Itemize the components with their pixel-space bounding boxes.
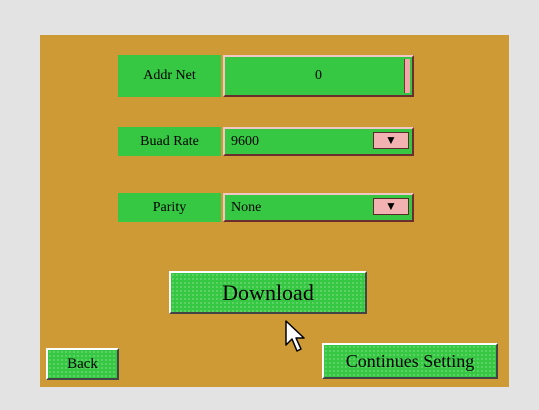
parity-value: None — [231, 199, 262, 215]
continue-setting-button[interactable]: Continues Setting — [322, 343, 498, 379]
parity-select[interactable]: None ▼ — [223, 193, 414, 222]
addr-net-input[interactable]: 0 — [223, 55, 414, 97]
addr-net-scrollbar[interactable] — [404, 59, 410, 93]
addr-net-label: Addr Net — [118, 55, 221, 97]
chevron-down-icon[interactable]: ▼ — [373, 132, 409, 149]
baud-rate-select[interactable]: 9600 ▼ — [223, 127, 414, 156]
baud-rate-value: 9600 — [231, 133, 259, 149]
chevron-down-icon[interactable]: ▼ — [373, 198, 409, 215]
addr-net-value: 0 — [315, 68, 322, 83]
baud-rate-label: Buad Rate — [118, 127, 221, 156]
download-button[interactable]: Download — [169, 271, 367, 314]
back-button[interactable]: Back — [46, 348, 119, 380]
mouse-pointer-icon — [285, 320, 305, 352]
parity-label: Parity — [118, 193, 221, 222]
